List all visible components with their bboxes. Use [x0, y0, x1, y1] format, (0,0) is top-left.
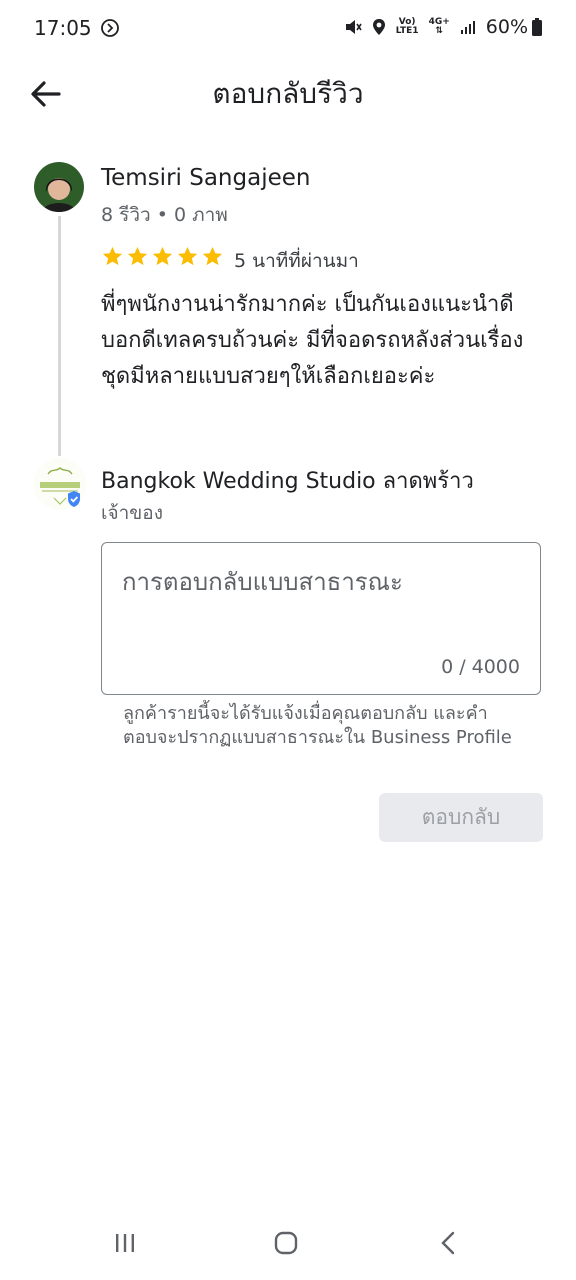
- char-counter: 0 / 4000: [441, 656, 520, 678]
- star-icon: [102, 246, 123, 266]
- reviewer-name: Temsiri Sangajeen: [101, 165, 311, 191]
- page-title: ตอบกลับรีวิว: [212, 77, 364, 110]
- recent-apps-icon[interactable]: [112, 1230, 138, 1256]
- reviewer-meta: 8 รีวิว • 0 ภาพ: [101, 204, 228, 226]
- star-icon: [177, 246, 198, 266]
- status-time-text: 17:05: [34, 16, 92, 40]
- data-indicator: 4G+ ⇅: [429, 18, 450, 36]
- thread-line: [58, 216, 61, 456]
- back-icon[interactable]: [436, 1230, 462, 1256]
- verified-badge-icon: [68, 491, 80, 507]
- star-icon: [127, 246, 148, 266]
- reply-submit-button[interactable]: ตอบกลับ: [379, 793, 543, 842]
- reply-hint: ลูกค้ารายนี้จะได้รับแจ้งเมื่อคุณตอบกลับ …: [123, 703, 512, 748]
- cast-icon: [101, 19, 119, 37]
- reviewer-avatar: [34, 162, 84, 212]
- location-icon: [372, 19, 385, 35]
- owner-role: เจ้าของ: [101, 502, 163, 524]
- owner-name-line: Bangkok Wedding Studio ลาดพร้าว: [101, 463, 474, 498]
- signal-icon: [460, 21, 475, 34]
- volte-indicator: Vo) LTE1: [396, 18, 419, 36]
- star-rating: [101, 245, 224, 268]
- status-icons: Vo) LTE1 4G+ ⇅ 60%: [344, 16, 542, 38]
- business-name: Bangkok Wedding Studio: [101, 469, 376, 494]
- home-icon[interactable]: [273, 1230, 299, 1256]
- star-icon: [152, 246, 173, 266]
- battery-icon: [532, 18, 542, 36]
- star-icon: [202, 246, 223, 266]
- business-branch: ลาดพร้าว: [382, 469, 474, 494]
- reply-placeholder: การตอบกลับแบบสาธารณะ: [122, 568, 403, 596]
- mute-icon: [345, 20, 362, 34]
- status-time: 17:05: [34, 16, 120, 40]
- review-text: พี่ๆพนักงานน่ารักมากค่ะ เป็นกันเองแนะนำด…: [101, 292, 524, 389]
- review-time: 5 นาทีที่ผ่านมา: [234, 250, 359, 272]
- volte-bottom: LTE1: [395, 26, 419, 36]
- arrow-left-icon[interactable]: [26, 74, 66, 114]
- battery-percent: 60%: [485, 16, 528, 38]
- data-arrows-icon: ⇅: [435, 26, 443, 36]
